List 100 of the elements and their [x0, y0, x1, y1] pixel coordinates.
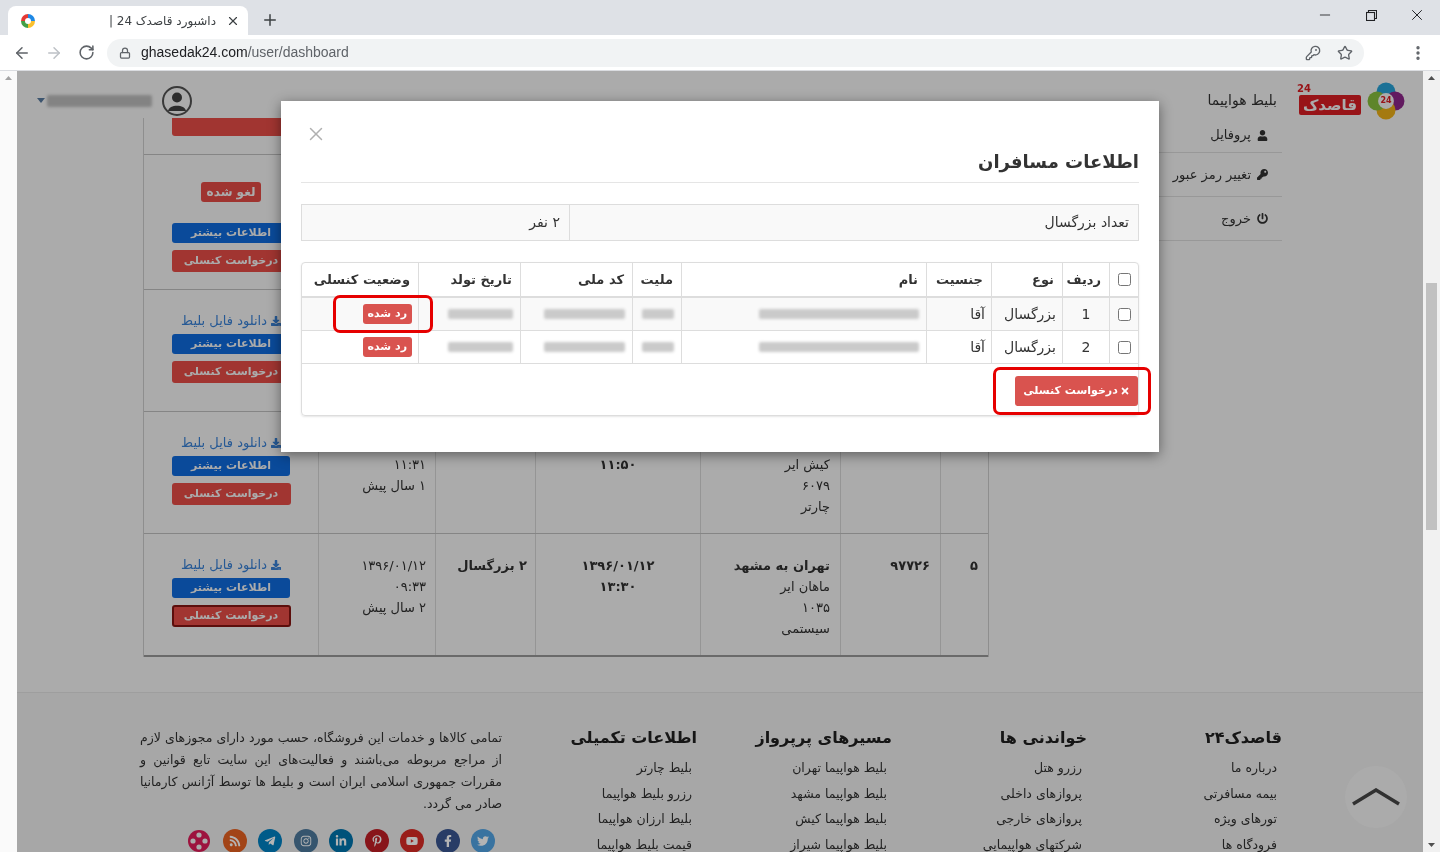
account-menu-item[interactable]: تغییر رمز عبور — [1172, 164, 1268, 185]
column-header: ردیف — [1066, 270, 1101, 289]
logo-wordmark: قاصدک — [1299, 94, 1361, 115]
scrollbar-thumb[interactable] — [1426, 283, 1437, 530]
key-icon[interactable] — [1305, 44, 1321, 61]
flight-info: کیش ایر — [783, 456, 830, 475]
passenger-type: بزرگسال — [1004, 304, 1056, 325]
status-badge: رد شده — [362, 304, 412, 324]
instagram-icon[interactable] — [293, 829, 318, 852]
passenger-count: ۲ بزرگسال — [456, 557, 527, 575]
twitter-icon[interactable] — [471, 829, 495, 852]
footer-link[interactable]: بیمه مسافرتی — [1203, 780, 1277, 806]
status-badge: رد شده — [362, 337, 412, 357]
reload-icon[interactable] — [78, 44, 95, 61]
more-info-button[interactable]: اطلاعات بیشتر — [172, 578, 290, 598]
linkedin-icon[interactable] — [329, 829, 353, 852]
footer-link[interactable]: بلیط چارتر — [636, 755, 692, 781]
footer-link[interactable]: شرکتهای هواپیمایی — [982, 831, 1082, 852]
flight-info: ماهان ایر — [778, 578, 830, 596]
order-date: ۱۱:۳۱ — [392, 456, 426, 474]
order-date: ۱۳۹۶/۰۱/۱۲ — [360, 557, 426, 575]
footer-link[interactable]: پروازهای خارجی — [996, 806, 1082, 832]
column-header: ملیت — [640, 270, 673, 289]
blurred-text — [448, 342, 513, 352]
logo-wordmark-number: 24 — [1297, 82, 1311, 95]
account-menu-item[interactable]: پروفایل — [1210, 125, 1268, 145]
chevron-up-icon — [1351, 788, 1401, 806]
flight-time: ۱۱:۵۰ — [598, 456, 638, 474]
footer-heading: مسیرهای پرپرواز — [755, 727, 892, 750]
status-badge: لغو شده — [200, 182, 262, 202]
facebook-icon[interactable] — [435, 829, 460, 852]
flight-info: چارتر — [799, 498, 830, 517]
footer-link[interactable]: درباره ما — [1231, 755, 1277, 781]
row-checkbox[interactable] — [1117, 307, 1131, 321]
blurred-text — [642, 342, 674, 352]
column-header: نام — [898, 270, 918, 290]
column-header: جنسیت — [936, 270, 983, 289]
flight-time: ۱۳۹۶/۰۱/۱۲ — [580, 557, 656, 575]
footer-link[interactable]: پروازهای داخلی — [1000, 780, 1082, 806]
footer-link[interactable]: بلیط هواپیما تهران — [792, 755, 887, 781]
footer-link[interactable]: بلیط هواپیما کیش — [795, 806, 887, 832]
row-checkbox[interactable] — [1117, 340, 1131, 354]
flight-info: ۶۰۷۹ — [801, 477, 830, 495]
avatar-icon — [162, 85, 192, 116]
footer-link[interactable]: بلیط ارزان هواپیما — [597, 806, 692, 832]
flight-info: ۱۰۳۵ — [801, 599, 830, 617]
blurred-text — [448, 309, 513, 319]
download-icon — [270, 560, 281, 570]
scroll-up-arrow-icon[interactable] — [1428, 76, 1435, 80]
pinterest-icon[interactable] — [364, 829, 389, 852]
account-menu-item[interactable]: خروج — [1221, 208, 1268, 229]
select-all-checkbox[interactable] — [1117, 273, 1131, 286]
lock-icon — [119, 46, 131, 59]
footer-heading: اطلاعات تکمیلی — [570, 727, 697, 749]
footer-heading: قاصدک۲۴ — [1204, 727, 1282, 749]
column-header: نوع — [1032, 270, 1054, 289]
more-info-button[interactable]: اطلاعات بیشتر — [172, 456, 290, 476]
order-date: ۱ سال پیش — [361, 477, 426, 496]
film-reel-icon[interactable] — [187, 829, 211, 852]
address-bar[interactable]: ghasedak24.com/user/dashboard — [107, 38, 1364, 67]
caret-down-icon[interactable] — [37, 98, 45, 103]
flight-info: سیستمی — [780, 620, 830, 638]
summary-value: ۲ نفر — [527, 213, 561, 233]
footer-link[interactable]: رزرو بلیط هواپیما — [601, 780, 692, 806]
telegram-icon[interactable] — [258, 829, 282, 852]
power-icon — [1257, 213, 1268, 224]
column-header: کد ملی — [577, 270, 624, 289]
passenger-type: بزرگسال — [1004, 337, 1056, 358]
row-index: 2 — [1081, 337, 1091, 357]
column-header: تاریخ تولد — [450, 270, 512, 289]
footer-heading: خواندنی ها — [999, 727, 1087, 749]
footer-link[interactable]: قیمت بلیط هواپیما — [596, 831, 692, 852]
footer-link[interactable]: فرودگاه ها — [1221, 831, 1277, 852]
key-icon — [1257, 169, 1268, 180]
nav-link[interactable]: بلیط هواپیما — [1207, 90, 1277, 111]
restore-icon[interactable] — [1365, 9, 1377, 21]
footer-link[interactable]: رزرو هتل — [1034, 755, 1082, 781]
user-icon — [1257, 129, 1268, 141]
youtube-icon[interactable] — [400, 829, 424, 852]
flight-info: تهران به مشهد — [732, 557, 830, 575]
summary-label: تعداد بزرگسال — [569, 205, 1138, 240]
order-code: ۹۷۷۲۶ — [889, 557, 930, 575]
x-icon — [1119, 386, 1130, 396]
bookmark-star-icon[interactable] — [1337, 44, 1353, 61]
scroll-down-arrow-icon[interactable] — [1428, 843, 1435, 847]
flight-time: ۱۳:۳۰ — [598, 578, 638, 596]
rss-icon[interactable] — [222, 829, 247, 852]
download-icon — [270, 438, 281, 448]
order-date: ۰۹:۳۳ — [392, 578, 426, 596]
row-index: 1 — [1081, 304, 1091, 324]
footer-about-text: تمامی کالاها و خدمات این فروشگاه، حسب مورد دارای مجوزهای لازم از مراجع مربوطه می‌باشند و فعالیت‌های این سایت تابع قوانین و مقررات جمهوری اسلامی ایران است و بلیط ها توسط آژانس کارمانیا صادر می گردد. — [140, 729, 502, 813]
new-tab-icon[interactable] — [261, 11, 279, 29]
blurred-text — [642, 309, 674, 319]
footer-link[interactable]: بلیط هواپیما شیراز — [790, 831, 887, 852]
order-date: ۲ سال پیش — [361, 599, 426, 618]
browser-tab[interactable]: داشبورد قاصدک 24 | — [8, 6, 248, 35]
footer-link[interactable]: بلیط هواپیما مشهد — [790, 780, 887, 806]
footer-link[interactable]: تورهای ویژه — [1213, 806, 1277, 832]
cancel-request-button[interactable]: درخواست کنسلی — [1015, 376, 1138, 406]
logo-emblem-number: 24 — [1379, 94, 1393, 107]
